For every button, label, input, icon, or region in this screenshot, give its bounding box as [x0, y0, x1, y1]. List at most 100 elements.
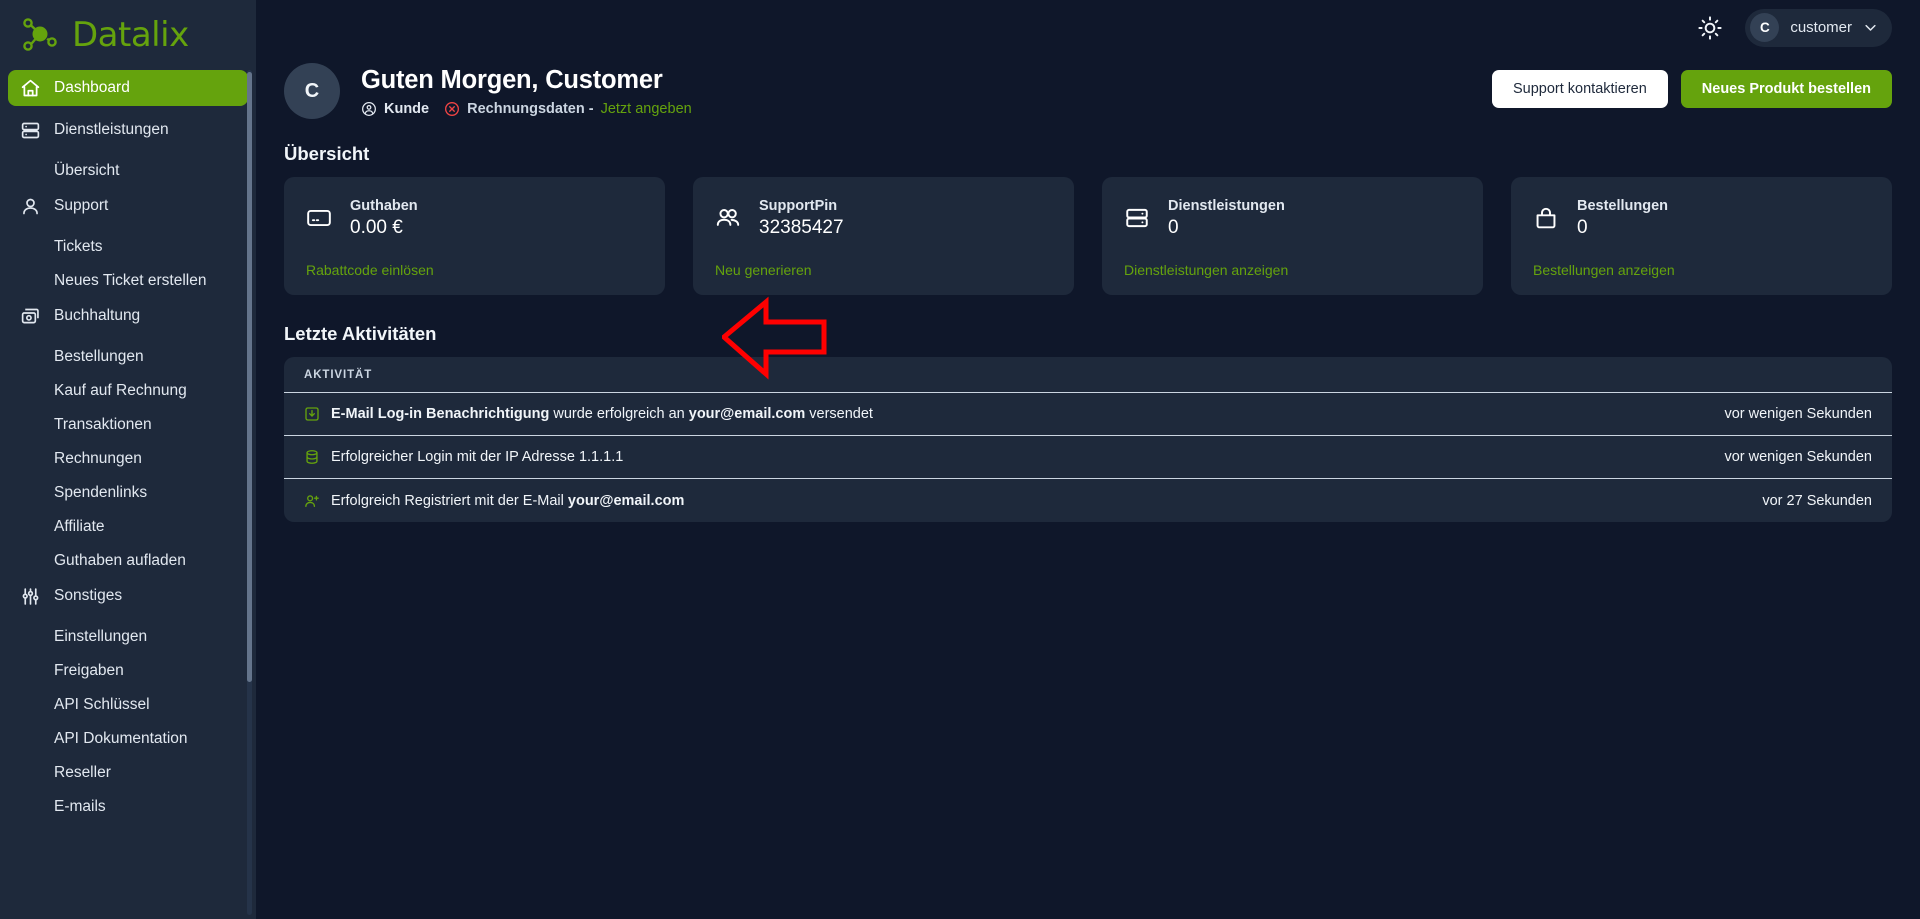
page-title: Guten Morgen, Customer — [361, 65, 663, 94]
activities-panel: AKTIVITÄT E-Mail Log-in Benachrichtigung… — [284, 357, 1892, 522]
sidebar-item-label: Spendenlinks — [54, 483, 148, 501]
card-text: Guthaben 0.00 € — [350, 197, 418, 239]
card-value: 0.00 € — [350, 217, 403, 239]
server-icon — [1124, 205, 1150, 231]
sidebar-item-tickets[interactable]: Tickets — [8, 230, 248, 263]
activity-text: Erfolgreich Registriert mit der E-Mail y… — [331, 493, 684, 509]
sidebar-item-freigaben[interactable]: Freigaben — [8, 654, 248, 687]
avatar: C — [284, 63, 340, 119]
user-plus-icon — [304, 493, 320, 509]
sidebar-item-emails[interactable]: E-mails — [8, 790, 248, 823]
card-link-dienstleistungen[interactable]: Dienstleistungen anzeigen — [1124, 262, 1461, 278]
sidebar-item-label: Übersicht — [54, 161, 120, 179]
sidebar-item-label: Tickets — [54, 237, 103, 255]
sidebar-item-label: Support — [54, 197, 109, 214]
stat-card-supportpin[interactable]: SupportPin 32385427 Neu generieren — [693, 177, 1074, 295]
sidebar-item-label: Rechnungen — [54, 449, 142, 467]
sidebar-item-uebersicht[interactable]: Übersicht — [8, 154, 248, 187]
billing-action-link[interactable]: Jetzt angeben — [601, 101, 692, 117]
role-label: Kunde — [384, 101, 430, 118]
sidebar-item-guthaben-aufladen[interactable]: Guthaben aufladen — [8, 544, 248, 577]
contact-support-button[interactable]: Support kontaktieren — [1491, 70, 1668, 108]
sliders-icon — [20, 586, 41, 607]
sidebar-item-einstellungen[interactable]: Einstellungen — [8, 620, 248, 653]
card-text: Bestellungen 0 — [1577, 197, 1668, 239]
money-icon — [20, 306, 41, 327]
billing-label: Rechnungsdaten - — [467, 101, 594, 118]
sidebar-item-support[interactable]: Support — [8, 188, 248, 224]
order-product-button[interactable]: Neues Produkt bestellen — [1680, 70, 1892, 108]
sidebar-item-label: Dienstleistungen — [54, 121, 169, 138]
sidebar-item-neues-ticket-erstellen[interactable]: Neues Ticket erstellen — [8, 264, 248, 297]
sidebar-item-label: Neues Ticket erstellen — [54, 271, 207, 289]
user-name: customer — [1790, 19, 1852, 36]
app-root: Datalix Dashboard Dienstleistungen Übers… — [0, 0, 1920, 919]
sidebar-item-dashboard[interactable]: Dashboard — [8, 70, 248, 106]
card-link-rabattcode[interactable]: Rabattcode einlösen — [306, 262, 643, 278]
activity-text: Erfolgreicher Login mit der IP Adresse 1… — [331, 449, 623, 465]
activity-mid: Erfolgreich Registriert mit der E-Mail — [331, 492, 568, 509]
greeting-actions: Support kontaktieren Neues Produkt beste… — [1491, 63, 1892, 108]
sidebar-item-rechnungen[interactable]: Rechnungen — [8, 442, 248, 475]
sidebar-item-sonstiges[interactable]: Sonstiges — [8, 578, 248, 614]
user-circle-icon — [361, 101, 377, 117]
sidebar-item-spendenlinks[interactable]: Spendenlinks — [8, 476, 248, 509]
card-link-neu-generieren[interactable]: Neu generieren — [715, 262, 1052, 278]
brand-name: Datalix — [72, 15, 189, 55]
sidebar-item-buchhaltung[interactable]: Buchhaltung — [8, 298, 248, 334]
sidebar-item-api-dokumentation[interactable]: API Dokumentation — [8, 722, 248, 755]
activity-timestamp: vor wenigen Sekunden — [1724, 406, 1872, 422]
sidebar-item-dienstleistungen[interactable]: Dienstleistungen — [8, 112, 248, 148]
sidebar-item-label: API Schlüssel — [54, 695, 150, 713]
stat-card-guthaben[interactable]: Guthaben 0.00 € Rabattcode einlösen — [284, 177, 665, 295]
sidebar-item-affiliate[interactable]: Affiliate — [8, 510, 248, 543]
sidebar-item-label: Affiliate — [54, 517, 105, 535]
page-content: C Guten Morgen, Customer Kunde Rechnungs… — [256, 55, 1920, 522]
stat-card-dienstleistungen[interactable]: Dienstleistungen 0 Dienstleistungen anze… — [1102, 177, 1483, 295]
shopping-bag-icon — [1533, 205, 1559, 231]
card-label: Dienstleistungen — [1168, 198, 1285, 214]
card-link-bestellungen[interactable]: Bestellungen anzeigen — [1533, 262, 1870, 278]
sidebar-item-bestellungen[interactable]: Bestellungen — [8, 340, 248, 373]
server-icon — [20, 120, 41, 141]
greeting-text: Guten Morgen, Customer Kunde Rechnungsda… — [361, 65, 692, 117]
user-menu[interactable]: C customer — [1745, 8, 1892, 47]
card-header: Guthaben 0.00 € — [306, 197, 643, 239]
card-text: SupportPin 32385427 — [759, 197, 844, 239]
sidebar-item-transaktionen[interactable]: Transaktionen — [8, 408, 248, 441]
card-value: 32385427 — [759, 217, 844, 239]
table-row[interactable]: E-Mail Log-in Benachrichtigung wurde erf… — [284, 393, 1892, 436]
activities-title: Letzte Aktivitäten — [284, 323, 437, 344]
topbar: C customer — [256, 0, 1920, 55]
activities-table-header: AKTIVITÄT — [284, 357, 1892, 393]
sidebar-item-label: Kauf auf Rechnung — [54, 381, 187, 399]
stat-card-bestellungen[interactable]: Bestellungen 0 Bestellungen anzeigen — [1511, 177, 1892, 295]
table-row[interactable]: Erfolgreicher Login mit der IP Adresse 1… — [284, 436, 1892, 479]
sidebar-item-label: Freigaben — [54, 661, 124, 679]
sidebar-item-label: Transaktionen — [54, 415, 152, 433]
sidebar-item-kauf-auf-rechnung[interactable]: Kauf auf Rechnung — [8, 374, 248, 407]
activity-bold-1: E-Mail Log-in Benachrichtigung — [331, 406, 550, 422]
main-area: C customer C Guten Morgen, Customer Kund… — [256, 0, 1920, 919]
sidebar-item-reseller[interactable]: Reseller — [8, 756, 248, 789]
card-label: Bestellungen — [1577, 198, 1669, 214]
credit-card-icon — [306, 205, 332, 231]
brand-logo[interactable]: Datalix — [0, 0, 256, 70]
sidebar-item-label: Buchhaltung — [54, 307, 141, 324]
sun-icon[interactable] — [1697, 15, 1723, 41]
alert-circle-icon — [444, 101, 460, 117]
sidebar-item-label: Sonstiges — [54, 587, 123, 604]
inbox-download-icon — [304, 406, 320, 422]
table-row[interactable]: Erfolgreich Registriert mit der E-Mail y… — [284, 479, 1892, 522]
sidebar-item-label: E-mails — [54, 797, 106, 815]
sidebar-item-label: API Dokumentation — [54, 729, 188, 747]
sidebar-item-api-schluessel[interactable]: API Schlüssel — [8, 688, 248, 721]
activity-text: E-Mail Log-in Benachrichtigung wurde erf… — [331, 406, 873, 422]
column-header-aktivitaet: AKTIVITÄT — [304, 368, 373, 381]
card-value: 0 — [1168, 217, 1179, 239]
greeting-meta: Kunde Rechnungsdaten - Jetzt angeben — [361, 101, 692, 117]
activity-content: E-Mail Log-in Benachrichtigung wurde erf… — [304, 406, 873, 422]
chevron-down-icon — [1863, 20, 1878, 35]
network-nodes-icon — [18, 13, 62, 57]
sidebar-scrollbar-thumb[interactable] — [247, 72, 252, 682]
